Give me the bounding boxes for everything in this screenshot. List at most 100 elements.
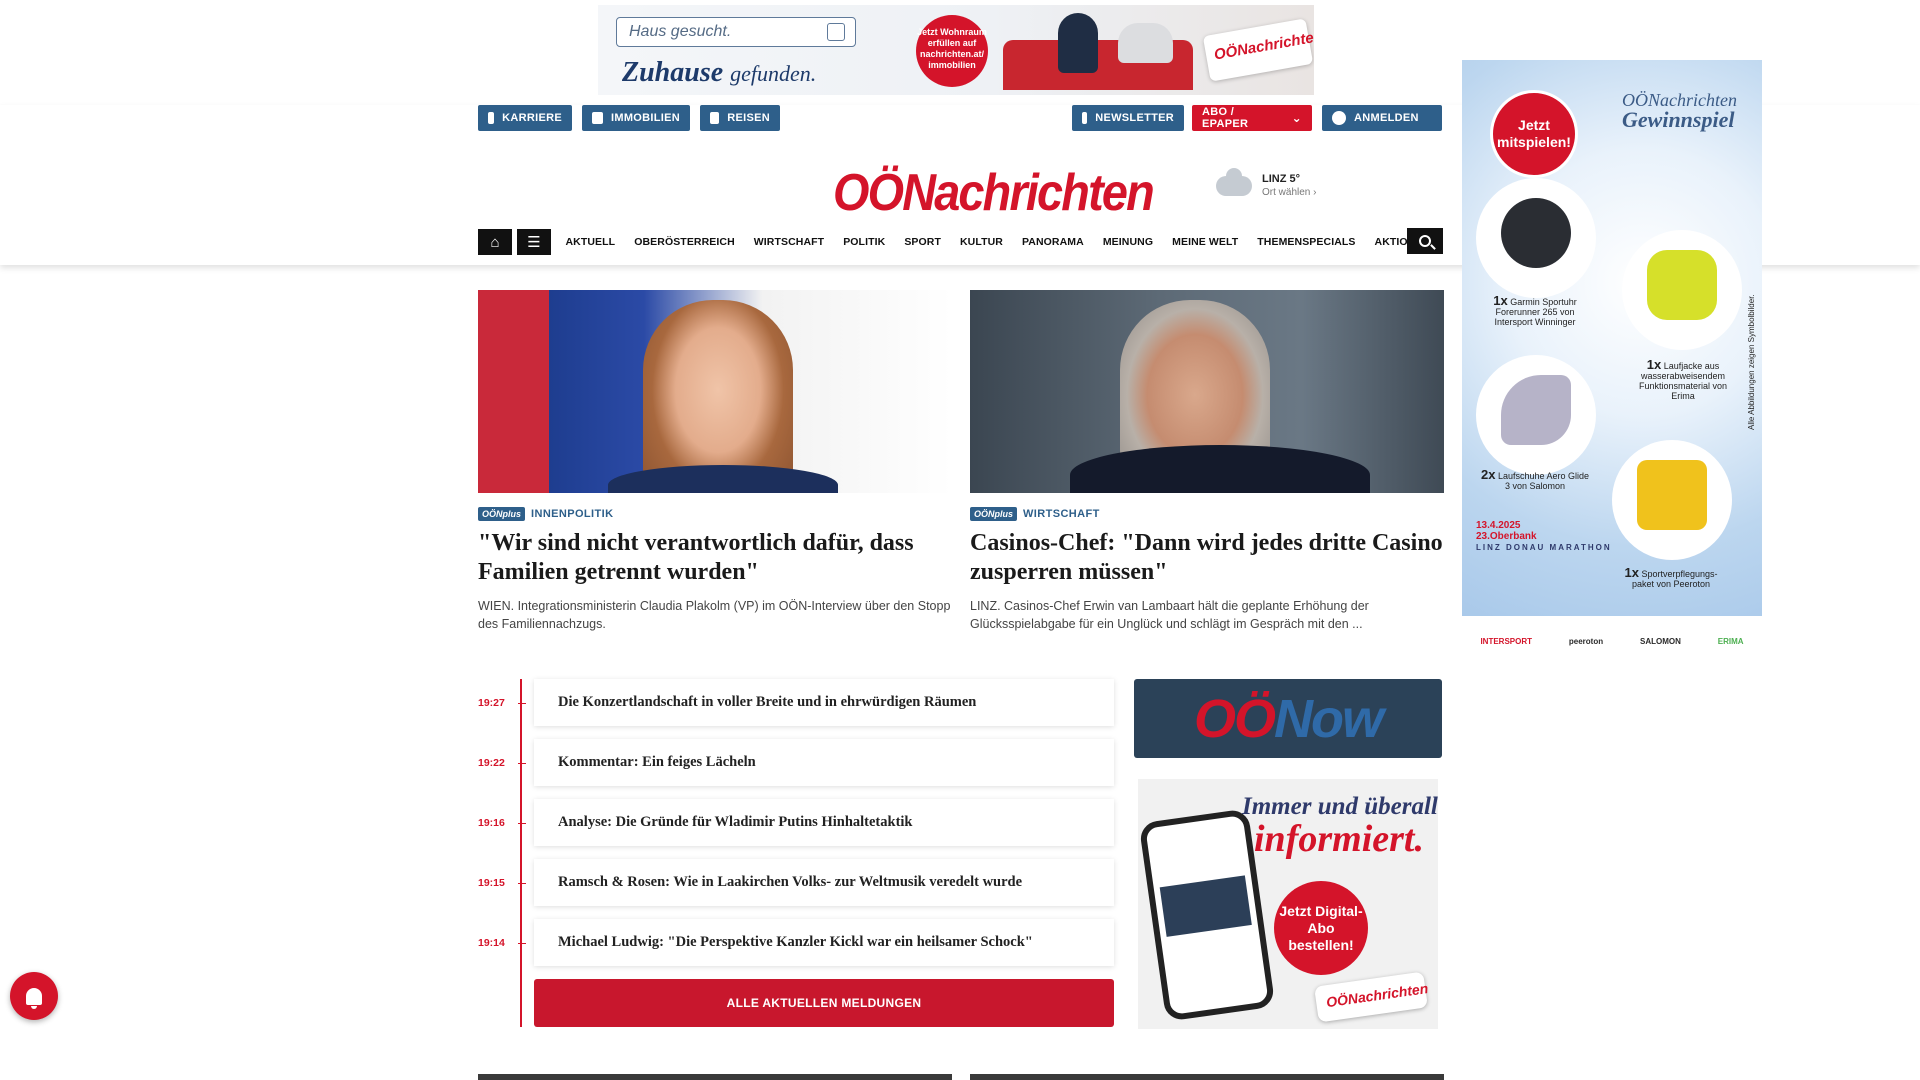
- ticker-time: 19:16: [478, 817, 526, 829]
- sponsor-logo: SALOMON: [1639, 636, 1681, 646]
- ad-person-image: [1058, 13, 1098, 73]
- marathon-name: 23.Oberbank: [1476, 531, 1537, 542]
- ticker-item[interactable]: Kommentar: Ein feiges Lächeln: [534, 739, 1114, 786]
- teaser-meta: OÖNplus WIRTSCHAFT: [970, 507, 1444, 521]
- abo-ad-cta[interactable]: Jetzt Digital-Abo bestellen!: [1274, 881, 1368, 975]
- prize-label: 1x Garmin Sportuhr Forerunner 265 von In…: [1493, 293, 1577, 327]
- shoes-image: [1501, 375, 1571, 445]
- immobilien-button[interactable]: IMMOBILIEN: [582, 105, 690, 131]
- ad-slogan: Zuhause gefunden.: [622, 57, 816, 89]
- weather-choose-location[interactable]: Ort wählen ›: [1262, 186, 1316, 199]
- ad-badge: Jetzt Wohnraum erfüllen auf nachrichten.…: [916, 15, 988, 87]
- prize-label: 1x Laufjacke aus wasserabweisendem Funkt…: [1638, 357, 1728, 401]
- prize-nutrition: [1612, 440, 1732, 560]
- nav-item-themenspecials[interactable]: THEMENSPECIALS: [1248, 236, 1365, 248]
- oonow-logo-part2: Now: [1274, 688, 1384, 749]
- immobilien-label: IMMOBILIEN: [611, 112, 680, 124]
- ticker-item[interactable]: Die Konzertlandschaft in voller Breite u…: [534, 679, 1114, 726]
- home-button[interactable]: ⌂: [478, 229, 512, 255]
- ad-phone-screen: [1159, 875, 1252, 937]
- reisen-button[interactable]: REISEN: [700, 105, 780, 131]
- teaser-article[interactable]: OÖNplus INNENPOLITIK "Wir sind nicht ver…: [478, 290, 952, 633]
- nav-item-sport[interactable]: SPORT: [895, 236, 951, 248]
- teaser-image[interactable]: [478, 290, 952, 493]
- ad-slogan-main: Zuhause: [622, 57, 724, 88]
- bell-icon: [26, 987, 42, 1009]
- nav-item-panorama[interactable]: PANORAMA: [1012, 236, 1093, 248]
- teaser-portrait-clothing: [1070, 445, 1370, 493]
- jacket-image: [1647, 250, 1717, 320]
- nav-item-meine-welt[interactable]: MEINE WELT: [1163, 236, 1248, 248]
- teaser-article[interactable]: OÖNplus WIRTSCHAFT Casinos-Chef: "Dann w…: [970, 290, 1444, 633]
- plane-icon: [710, 112, 720, 124]
- teaser-headline[interactable]: Casinos-Chef: "Dann wird jedes dritte Ca…: [970, 529, 1444, 587]
- anmelden-button[interactable]: ANMELDEN: [1322, 105, 1442, 131]
- newsletter-label: NEWSLETTER: [1095, 112, 1174, 124]
- ad-search-box: Haus gesucht.: [616, 17, 856, 47]
- reisen-label: REISEN: [727, 112, 770, 124]
- sponsor-logo: INTERSPORT: [1480, 636, 1532, 646]
- building-icon: [592, 112, 603, 124]
- nutrition-image: [1637, 460, 1707, 530]
- main-nav: ⌂ ☰ AKTUELL OBERÖSTERREICH WIRTSCHAFT PO…: [478, 228, 1443, 256]
- plus-badge: OÖNplus: [970, 507, 1018, 521]
- prize-label: 2x Laufschuhe Aero Glide 3 von Salomon: [1480, 467, 1590, 491]
- ticker-row: 19:27 Die Konzertlandschaft in voller Br…: [478, 679, 1114, 726]
- ad-slogan-tail: gefunden.: [730, 61, 817, 86]
- teaser-kicker[interactable]: INNENPOLITIK: [531, 508, 613, 520]
- ticker-time: 19:22: [478, 757, 526, 769]
- ad-search-text: Haus gesucht.: [629, 23, 732, 40]
- nav-item-meinung[interactable]: MEINUNG: [1093, 236, 1162, 248]
- prize-label: 1x Sportverpflegungs-paket von Peeroton: [1624, 565, 1718, 589]
- sponsor-logos: INTERSPORT peeroton SALOMON ERIMA: [1462, 626, 1762, 656]
- ticker-item[interactable]: Ramsch & Rosen: Wie in Laakirchen Volks-…: [534, 859, 1114, 906]
- ticker-row: 19:15 Ramsch & Rosen: Wie in Laakirchen …: [478, 859, 1114, 906]
- abo-epaper-dropdown[interactable]: ABO / EPAPER ⌄: [1192, 105, 1312, 131]
- nav-item-wirtschaft[interactable]: WIRTSCHAFT: [744, 236, 833, 248]
- prize-jacket: [1622, 230, 1742, 350]
- abo-label: ABO / EPAPER: [1202, 106, 1249, 130]
- sky-ad-title: OÖNachrichten Gewinnspiel: [1622, 90, 1752, 131]
- prize-shoes: [1476, 355, 1596, 475]
- karriere-button[interactable]: KARRIERE: [478, 105, 572, 131]
- nav-item-aktuell[interactable]: AKTUELL: [556, 236, 625, 248]
- abo-ad-newspaper-roll: OÖNachrichten: [1314, 971, 1429, 1023]
- sky-ad-disclaimer: Alle Abbildungen zeigen Symbolbilder.: [1747, 294, 1756, 430]
- sky-ad-gewinnspiel[interactable]: Jetzt mitspielen! OÖNachrichten Gewinnsp…: [1462, 60, 1762, 616]
- sky-ad-cta-badge[interactable]: Jetzt mitspielen!: [1490, 90, 1578, 178]
- newsletter-button[interactable]: NEWSLETTER: [1072, 105, 1184, 131]
- digital-abo-ad[interactable]: Immer und überall informiert. Jetzt Digi…: [1138, 779, 1438, 1029]
- top-banner-ad[interactable]: Haus gesucht. Zuhause gefunden. Jetzt Wo…: [598, 5, 1314, 95]
- ticker-item[interactable]: Michael Ludwig: "Die Perspektive Kanzler…: [534, 919, 1114, 966]
- ticker-time: 19:27: [478, 697, 526, 709]
- nav-item-oberoesterreich[interactable]: OBERÖSTERREICH: [625, 236, 745, 248]
- oonow-promo[interactable]: OÖ Now: [1134, 679, 1442, 758]
- home-icon: ⌂: [490, 233, 500, 251]
- teaser-headline[interactable]: "Wir sind nicht verantwortlich dafür, da…: [478, 529, 952, 587]
- ad-newspaper-roll: OÖNachrichten: [1202, 18, 1314, 82]
- site-logo[interactable]: OÖNachrichten: [833, 163, 1155, 223]
- karriere-label: KARRIERE: [502, 112, 562, 124]
- next-teaser-image[interactable]: [970, 1074, 1444, 1080]
- mail-icon: [1082, 112, 1088, 124]
- teaser-kicker[interactable]: WIRTSCHAFT: [1023, 508, 1100, 520]
- weather-widget[interactable]: LINZ 5° Ort wählen ›: [1216, 168, 1316, 199]
- marathon-sub: LINZ DONAU MARATHON: [1476, 543, 1612, 552]
- nav-item-kultur[interactable]: KULTUR: [950, 236, 1012, 248]
- prize-watch: [1476, 178, 1596, 298]
- menu-button[interactable]: ☰: [517, 229, 551, 255]
- ticker-row: 19:14 Michael Ludwig: "Die Perspektive K…: [478, 919, 1114, 966]
- plus-badge: OÖNplus: [478, 507, 526, 521]
- ticker-time: 19:14: [478, 937, 526, 949]
- next-teaser-image[interactable]: [478, 1074, 952, 1080]
- all-news-button[interactable]: ALLE AKTUELLEN MELDUNGEN: [534, 979, 1114, 1027]
- cloud-icon: [1216, 168, 1252, 196]
- search-button[interactable]: [1407, 228, 1443, 254]
- marathon-logo: 13.4.2025 23.Oberbank LINZ DONAU MARATHO…: [1476, 520, 1612, 553]
- ticker-item[interactable]: Analyse: Die Gründe für Wladimir Putins …: [534, 799, 1114, 846]
- teaser-image[interactable]: [970, 290, 1444, 493]
- sky-ad-title-main: Gewinnspiel: [1622, 107, 1735, 132]
- nav-item-politik[interactable]: POLITIK: [834, 236, 895, 248]
- notification-bell-button[interactable]: [10, 972, 58, 1020]
- ad-person2-image: [1118, 23, 1173, 63]
